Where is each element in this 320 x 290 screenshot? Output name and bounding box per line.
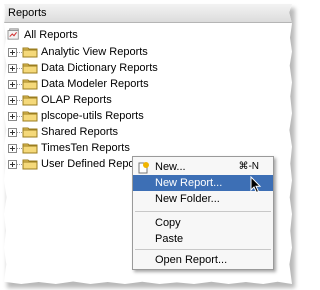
tree-item-label: TimesTen Reports	[41, 142, 130, 154]
folder-icon	[22, 143, 38, 154]
tree-item[interactable]: Analytic View Reports	[4, 44, 184, 60]
tree-item-label: Analytic View Reports	[41, 46, 148, 58]
tree-root[interactable]: All Reports	[6, 27, 146, 43]
menu-separator	[135, 211, 271, 212]
tree-item-label: Shared Reports	[41, 126, 119, 138]
menu-separator	[135, 249, 271, 250]
folder-icon	[22, 47, 38, 58]
folder-icon	[22, 63, 38, 74]
tree-item-label: User Defined Reports	[41, 158, 147, 170]
folder-icon	[22, 127, 38, 138]
expand-icon[interactable]	[8, 48, 17, 57]
folder-icon	[22, 111, 38, 122]
tree-item-label: Data Dictionary Reports	[41, 62, 158, 74]
expand-icon[interactable]	[8, 96, 17, 105]
tree-root-label: All Reports	[24, 29, 78, 41]
menu-item-label: Open Report...	[155, 254, 228, 266]
menu-item-label: Paste	[155, 233, 184, 245]
expand-icon[interactable]	[8, 112, 17, 121]
tree-item-label: OLAP Reports	[41, 94, 112, 106]
tree-item[interactable]: Data Modeler Reports	[4, 76, 184, 92]
expand-icon[interactable]	[8, 80, 17, 89]
tree-item-label: Data Modeler Reports	[41, 78, 149, 90]
reports-root-icon	[7, 28, 19, 40]
menu-item-label: New...	[155, 161, 186, 173]
expand-icon[interactable]	[8, 64, 17, 73]
menu-item-new[interactable]: New... ⌘-N	[133, 159, 273, 175]
tree-item[interactable]: OLAP Reports	[4, 92, 184, 108]
panel-title: Reports	[8, 7, 47, 19]
menu-item-label: New Folder...	[155, 193, 220, 205]
tree-item[interactable]: plscope-utils Reports	[4, 108, 184, 124]
reports-panel: Reports All Reports Analytic View Report…	[4, 4, 292, 284]
folder-icon	[22, 79, 38, 90]
menu-item-shortcut: ⌘-N	[238, 161, 259, 172]
expand-icon[interactable]	[8, 128, 17, 137]
tree-item-label: plscope-utils Reports	[41, 110, 144, 122]
panel-header: Reports	[4, 4, 292, 23]
menu-item-paste[interactable]: Paste	[133, 231, 273, 247]
tree-item[interactable]: Data Dictionary Reports	[4, 60, 184, 76]
tree-item[interactable]: TimesTen Reports	[4, 140, 184, 156]
menu-item-label: New Report...	[155, 177, 223, 189]
expand-icon[interactable]	[8, 160, 17, 169]
expand-icon[interactable]	[8, 144, 17, 153]
new-icon	[138, 162, 149, 174]
menu-item-open-report[interactable]: Open Report...	[133, 252, 273, 268]
menu-item-copy[interactable]: Copy	[133, 215, 273, 231]
folder-icon	[22, 95, 38, 106]
menu-item-label: Copy	[155, 217, 181, 229]
folder-icon	[22, 159, 38, 170]
tree-item[interactable]: Shared Reports	[4, 124, 184, 140]
mouse-cursor-icon	[250, 176, 262, 194]
context-menu: New... ⌘-N New Report... New Folder... C…	[132, 156, 274, 270]
